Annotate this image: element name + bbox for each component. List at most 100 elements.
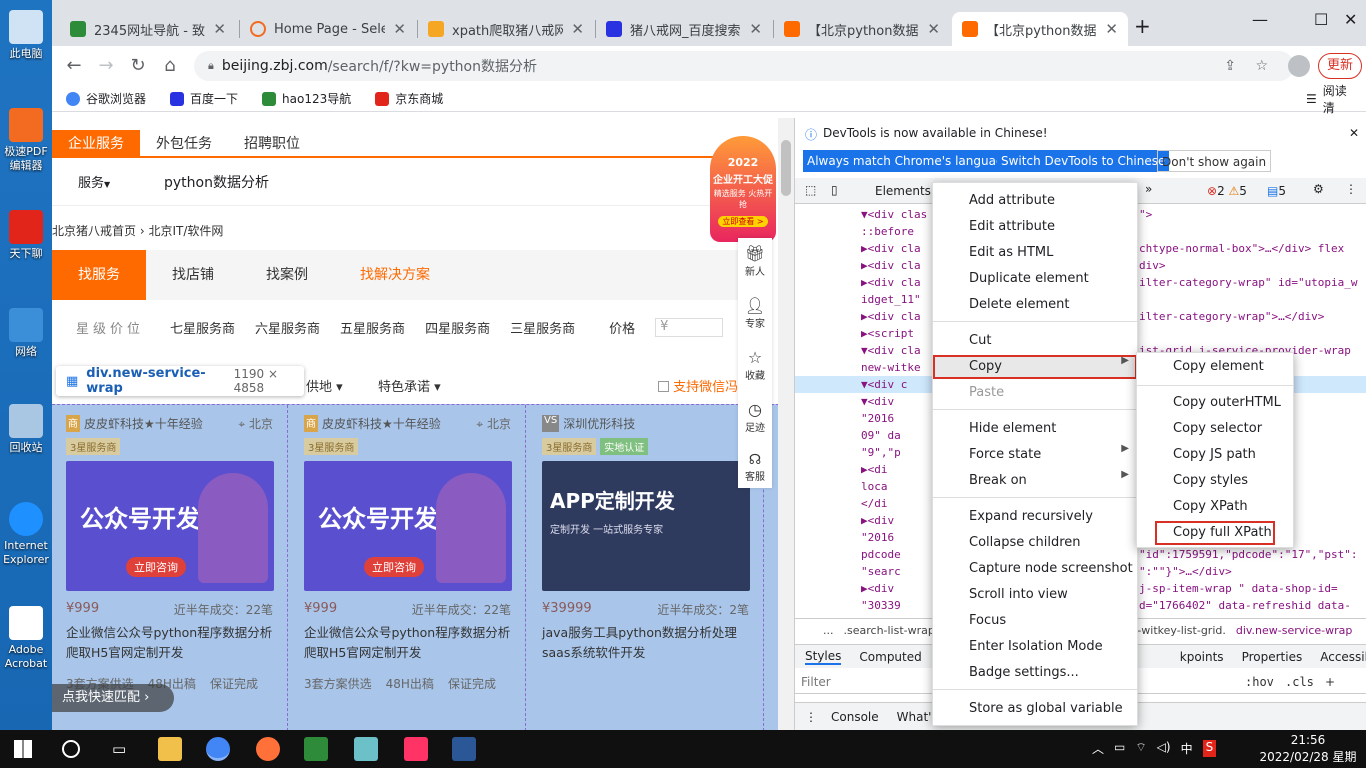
desktop-icon-pdf-editor[interactable]: 极速PDF编辑器 <box>0 108 52 173</box>
context-menu-item[interactable]: Enter Isolation Mode <box>933 635 1137 659</box>
forward-icon[interactable]: → <box>94 54 118 78</box>
dom-node-line[interactable]: "searc <box>861 563 901 580</box>
bookmark-baidu[interactable]: 百度一下 <box>170 90 238 107</box>
search-input[interactable]: python数据分析 <box>164 172 269 192</box>
service-card[interactable]: 商皮皮虾科技★十年经验 ⌖ 北京 3星服务商 公众号开发 立即咨询 ¥999 近… <box>290 405 526 730</box>
desktop-icon-chat[interactable]: 天下聊 <box>0 210 52 261</box>
tab-console[interactable]: Console <box>831 710 879 724</box>
network-tray-icon[interactable]: ⌔ <box>1135 740 1146 757</box>
desktop-icon-this-pc[interactable]: 此电脑 <box>0 10 52 61</box>
dont-show-again-button[interactable]: Don't show again <box>1157 150 1272 172</box>
dom-node-line[interactable]: "2016 <box>861 529 894 546</box>
copy-submenu-item[interactable]: Copy XPath <box>1137 495 1293 519</box>
filter-location[interactable]: 供地 ▾ <box>306 376 343 395</box>
dom-node-line[interactable]: ▶<di <box>861 461 888 478</box>
bilibili-icon[interactable] <box>404 737 428 761</box>
dom-node-line[interactable]: "2016 <box>861 410 894 427</box>
context-menu-item[interactable]: Duplicate element <box>933 267 1137 291</box>
price-input[interactable]: ¥ <box>655 318 724 337</box>
topnav-outsource[interactable]: 外包任务 <box>140 130 228 156</box>
copy-submenu-item[interactable]: Copy outerHTML <box>1137 391 1293 415</box>
dom-node-line[interactable]: ▼<div clas <box>861 206 927 223</box>
dom-node-line[interactable]: ▶<div cla <box>861 257 921 274</box>
side-support[interactable]: ☊ 客服 <box>738 446 772 486</box>
close-icon[interactable]: ✕ <box>393 20 406 38</box>
firefox-icon[interactable] <box>256 737 280 761</box>
context-menu-item[interactable]: Force state <box>933 443 1137 467</box>
close-icon[interactable]: ✕ <box>1349 126 1359 140</box>
reading-list[interactable]: ☰ 阅读清 <box>1306 82 1356 116</box>
new-tab-button[interactable]: + <box>1134 14 1151 38</box>
side-expert[interactable]: 👤︎ 专家 <box>738 290 772 342</box>
dom-node-line[interactable]: "9","p <box>861 444 901 461</box>
context-menu-item[interactable]: Expand recursively <box>933 505 1137 529</box>
tab-accessibility[interactable]: Accessibility <box>1320 650 1366 664</box>
tab-zbj-1[interactable]: 【北京python数据分 ✕ <box>774 12 950 46</box>
more-tabs-icon[interactable]: » <box>1145 182 1152 196</box>
switch-chinese-button[interactable]: Switch DevTools to Chinese <box>997 150 1170 172</box>
menu-find-shop[interactable]: 找店铺 <box>146 250 240 300</box>
close-icon[interactable]: ✕ <box>571 20 584 38</box>
scrollbar-thumb[interactable] <box>781 140 791 196</box>
page-scrollbar[interactable] <box>778 118 794 730</box>
filter-feature[interactable]: 特色承诺 ▾ <box>378 376 441 395</box>
tab-breakpoints[interactable]: kpoints <box>1180 650 1224 664</box>
start-windows-icon[interactable] <box>14 740 32 758</box>
desktop-icon-network[interactable]: 网络 <box>0 308 52 359</box>
tab-home-page[interactable]: Home Page - Selec ✕ <box>240 12 416 46</box>
dom-node-line[interactable]: idget_11" <box>861 291 921 308</box>
service-image[interactable]: 公众号开发 立即咨询 <box>66 461 274 591</box>
home-icon[interactable]: ⌂ <box>158 54 182 78</box>
add-rule-icon[interactable]: + <box>1325 670 1335 694</box>
dom-node-line[interactable]: 09" da <box>861 427 901 444</box>
app-icon[interactable] <box>354 737 378 761</box>
more-options-icon[interactable]: ⋮ <box>1345 182 1357 196</box>
tab-computed[interactable]: Computed <box>859 650 921 664</box>
menu-find-service[interactable]: 找服务 <box>52 250 146 300</box>
dom-node-line[interactable]: </di <box>861 495 888 512</box>
profile-avatar[interactable] <box>1288 55 1310 77</box>
tab-baidu-search[interactable]: 猪八戒网_百度搜索 ✕ <box>596 12 772 46</box>
desktop-icon-acrobat[interactable]: Adobe Acrobat <box>0 606 52 671</box>
copy-submenu-item[interactable]: Copy full XPath <box>1155 521 1275 545</box>
copy-submenu-item[interactable]: Copy styles <box>1137 469 1293 493</box>
context-menu-item[interactable]: Badge settings... <box>933 661 1137 685</box>
match-language-button[interactable]: Always match Chrome's language <box>803 150 1015 172</box>
promo-badge[interactable]: 2022 企业开工大促 精选服务 火热开抢 立即查看 > <box>710 136 776 242</box>
filter-six-star[interactable]: 六星服务商 <box>255 318 320 337</box>
search-icon[interactable] <box>62 740 80 758</box>
context-menu-item[interactable]: Hide element <box>933 417 1137 441</box>
menu-find-case[interactable]: 找案例 <box>240 250 334 300</box>
chevron-up-icon[interactable]: ︿ <box>1092 740 1104 757</box>
service-card[interactable]: VS 深圳优形科技 3星服务商 实地认证 APP定制开发 定制开发 一站式服务专家… <box>528 405 764 730</box>
bookmark-star-icon[interactable]: ☆ <box>1255 58 1268 74</box>
hov-toggle[interactable]: :hov <box>1245 670 1274 694</box>
service-image[interactable]: 公众号开发 立即咨询 <box>304 461 512 591</box>
context-menu-item[interactable]: Collapse children <box>933 531 1137 555</box>
tab-xpath[interactable]: xpath爬取猪八戒网 ✕ <box>418 12 594 46</box>
close-icon[interactable]: ✕ <box>749 20 762 38</box>
dom-node-line[interactable]: ▼<div <box>861 393 894 410</box>
drawer-menu-icon[interactable]: ⋮ <box>805 710 817 724</box>
context-menu-item[interactable]: Copy <box>933 355 1137 379</box>
quick-match-button[interactable]: 点我快速匹配 › <box>52 684 174 712</box>
filter-four-star[interactable]: 四星服务商 <box>425 318 490 337</box>
context-menu-item[interactable]: Cut <box>933 329 1137 353</box>
settings-gear-icon[interactable]: ⚙ <box>1313 182 1324 196</box>
context-menu-item[interactable]: Capture node screenshot <box>933 557 1137 581</box>
service-dropdown[interactable]: 服务▼ <box>78 172 110 191</box>
side-favorite[interactable]: ☆ 收藏 <box>738 342 772 394</box>
message-count[interactable]: ▤5 <box>1267 184 1286 198</box>
context-menu-item[interactable]: Edit attribute <box>933 215 1137 239</box>
bookmark-chrome[interactable]: 谷歌浏览器 <box>66 90 146 107</box>
powershell-icon[interactable] <box>452 737 476 761</box>
ime-indicator[interactable]: 中 <box>1181 740 1193 757</box>
menu-find-solution[interactable]: 找解决方案 <box>334 250 456 300</box>
share-icon[interactable]: ⇪ <box>1224 58 1236 74</box>
tab-zbj-active[interactable]: 【北京python数据分 ✕ <box>952 12 1128 46</box>
clock[interactable]: 21:562022/02/28 星期一 <box>1258 732 1358 768</box>
dom-node-line[interactable]: ▶<div cla <box>861 308 921 325</box>
back-icon[interactable]: ← <box>62 54 86 78</box>
device-toggle-icon[interactable]: ▯ <box>831 183 838 197</box>
dom-node-line[interactable]: ::before <box>861 223 914 240</box>
